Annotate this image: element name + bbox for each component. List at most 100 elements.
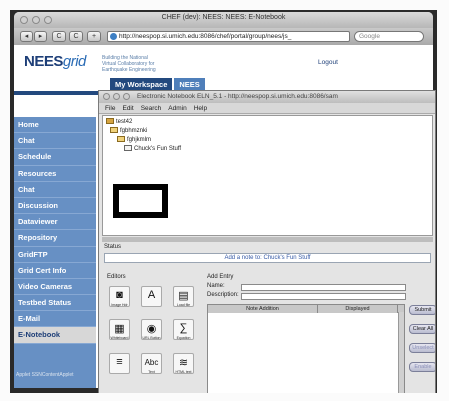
sidebar-item-e-notebook[interactable]: E-Notebook [14, 327, 96, 344]
sidebar-item-grid-cert-info[interactable]: Grid Cert Info [14, 263, 96, 279]
desktop: CHEF (dev): NEES: NEES: E-Notebook ◂ ▸ C… [10, 10, 437, 393]
name-field[interactable] [241, 284, 406, 291]
tree-node-label: fghjkmlm [127, 137, 152, 143]
url-editor-button[interactable]: ◉ URL Button [141, 319, 162, 340]
status-box: Add a note to: Chuck's Fun Stuff [104, 253, 431, 263]
sidebar-item-dataviewer[interactable]: Dataviewer [14, 214, 96, 231]
url-text: http://neespop.si.umich.edu:8086/chef/po… [119, 33, 292, 40]
sidebar-item-resources[interactable]: Resources [14, 166, 96, 182]
text-editor-button[interactable]: A [141, 286, 162, 307]
globe-icon [110, 33, 117, 40]
eln-close-icon[interactable] [103, 93, 110, 100]
sidebar-item-video-cameras[interactable]: Video Cameras [14, 279, 96, 296]
editor-caption: Whiteboard [110, 336, 129, 340]
html-icon: ≋ [178, 357, 189, 369]
sidebar-item-home[interactable]: Home [14, 117, 96, 134]
menu-file[interactable]: File [105, 103, 115, 113]
tree-node-label: Chuck's Fun Stuff [134, 146, 182, 152]
eln-window: Electronic Notebook ELN_5.1 - http://nee… [98, 90, 436, 393]
nees-logo[interactable]: NEESgrid [24, 53, 86, 70]
tree-node-chucks-fun-stuff[interactable]: Chuck's Fun Stuff [124, 145, 181, 152]
browser-titlebar: CHEF (dev): NEES: NEES: E-Notebook [14, 12, 433, 28]
notes-editor-button[interactable]: ≡ [109, 353, 130, 374]
eln-zoom-icon[interactable] [123, 93, 130, 100]
add-entry-label: Add Entry [207, 274, 234, 280]
sidebar-item-gridftp[interactable]: GridFTP [14, 247, 96, 263]
editor-caption: Image Hdr [111, 303, 128, 307]
equation-editor-button[interactable]: ∑ Equation [173, 319, 194, 340]
table-header: Note Addition Displayed [208, 305, 404, 313]
load-file-button[interactable]: ▤ Load file [173, 286, 194, 307]
logo-grid-text: grid [62, 53, 87, 70]
plain-text-editor-button[interactable]: Abc Text [141, 353, 162, 374]
camera-icon: ◙ [116, 289, 123, 301]
logout-link[interactable]: Logout [318, 59, 338, 66]
sidebar-item-testbed-status[interactable]: Testbed Status [14, 295, 96, 312]
abc-icon: Abc [144, 358, 159, 367]
eln-titlebar: Electronic Notebook ELN_5.1 - http://nee… [99, 91, 435, 103]
sidebar-item-repository[interactable]: Repository [14, 230, 96, 247]
sidebar-footer: Applet SSNContentApplet [16, 372, 74, 378]
editors-label: Editors [107, 274, 126, 280]
eln-minimize-icon[interactable] [113, 93, 120, 100]
submit-button[interactable]: Submit [409, 305, 435, 315]
tree-node-fghjkmlm[interactable]: fghjkmlm [117, 136, 151, 143]
tree-node-label: fgbhmznki [120, 128, 148, 134]
status-label: Status [104, 244, 122, 250]
sidebar: Home Chat Schedule Resources Chat Discus… [14, 117, 96, 388]
editor-caption: Text [148, 370, 155, 374]
home-button[interactable]: C [69, 31, 83, 42]
search-placeholder: Google [359, 33, 380, 40]
menu-search[interactable]: Search [141, 103, 162, 113]
unselect-button[interactable]: Unselect [409, 343, 435, 353]
notes-icon: ≡ [116, 356, 123, 368]
menu-help[interactable]: Help [194, 103, 207, 113]
logo-text: NEES [24, 53, 63, 70]
name-label: Name: [207, 283, 225, 289]
folder-icon [110, 127, 118, 133]
equation-icon: ∑ [179, 322, 188, 334]
image-editor-button[interactable]: ◙ Image Hdr [109, 286, 130, 307]
description-field[interactable] [241, 293, 406, 300]
url-field[interactable]: http://neespop.si.umich.edu:8086/chef/po… [107, 31, 350, 42]
editor-caption: Equation [176, 336, 191, 340]
tree-node-root[interactable]: test42 [106, 118, 132, 125]
sidebar-item-schedule[interactable]: Schedule [14, 149, 96, 166]
menu-edit[interactable]: Edit [122, 103, 133, 113]
editor-caption: URL Button [142, 336, 161, 340]
note-additions-table[interactable]: Note Addition Displayed [207, 304, 405, 393]
back-button[interactable]: ◂ [20, 31, 33, 42]
sidebar-item-email[interactable]: E-Mail [14, 311, 96, 328]
eln-menubar: File Edit Search Admin Help [99, 103, 435, 114]
whiteboard-editor-button[interactable]: ▦ Whiteboard [109, 319, 130, 340]
eln-title: Electronic Notebook ELN_5.1 - http://nee… [137, 93, 338, 100]
col-note-addition[interactable]: Note Addition [208, 305, 318, 313]
pane-splitter[interactable] [102, 237, 433, 242]
sidebar-item-chat[interactable]: Chat [14, 133, 96, 150]
page-icon [124, 145, 132, 151]
html-text-editor-button[interactable]: ≋ HTML text [173, 353, 194, 374]
globe-icon: ◉ [146, 323, 157, 335]
notebook-icon [106, 118, 114, 124]
whiteboard-icon: ▦ [114, 323, 125, 335]
redaction-box [113, 184, 168, 218]
tree-node-fgbhmznki[interactable]: fgbhmznki [110, 127, 147, 134]
letter-a-icon: A [147, 289, 156, 301]
clear-all-button[interactable]: Clear All [409, 324, 435, 334]
site-tagline: Building the National Virtual Collaborat… [102, 55, 156, 73]
sidebar-item-discussion[interactable]: Discussion [14, 198, 96, 215]
search-field[interactable]: Google [354, 31, 424, 42]
add-bookmark-button[interactable]: + [87, 31, 101, 42]
browser-title: CHEF (dev): NEES: NEES: E-Notebook [161, 14, 286, 21]
enable-button[interactable]: Enable [409, 362, 435, 372]
notebook-tree[interactable]: test42 fgbhmznki fghjkmlm Chuck's Fun St… [102, 115, 433, 236]
menu-admin[interactable]: Admin [168, 103, 186, 113]
table-scrollbar[interactable] [398, 312, 404, 393]
tree-node-label: test42 [116, 119, 133, 125]
reload-button[interactable]: C [52, 31, 66, 42]
col-displayed[interactable]: Displayed [318, 305, 398, 313]
editor-caption: HTML text [175, 370, 192, 374]
browser-toolbar: ◂ ▸ C C + http://neespop.si.umich.edu:80… [14, 28, 433, 45]
forward-button[interactable]: ▸ [34, 31, 47, 42]
sidebar-item-chat-2[interactable]: Chat [14, 182, 96, 198]
